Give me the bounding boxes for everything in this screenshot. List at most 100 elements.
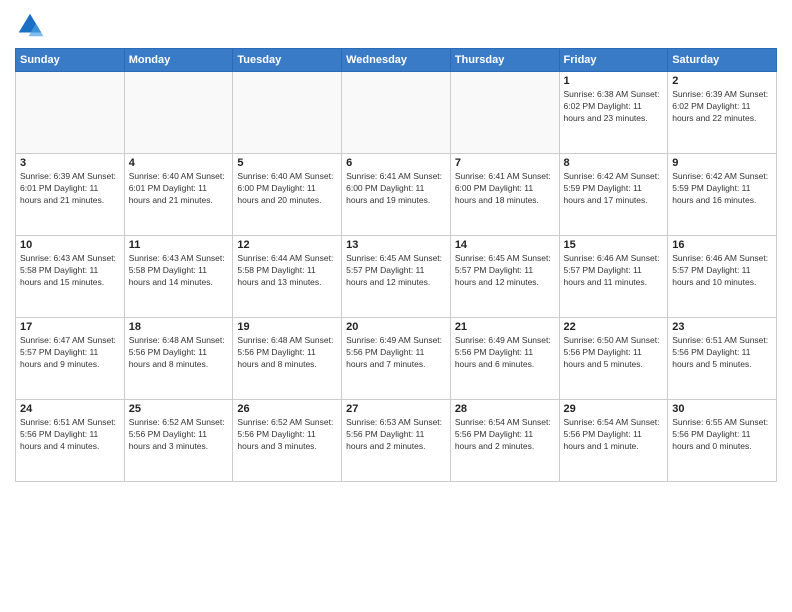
day-number: 5	[237, 157, 337, 169]
calendar-week-0: 1 Sunrise: 6:38 AM Sunset: 6:02 PM Daylig…	[16, 72, 777, 154]
day-info: Sunrise: 6:42 AM Sunset: 5:59 PM Dayligh…	[672, 171, 772, 207]
calendar-cell	[16, 72, 125, 154]
calendar-cell: 4Sunrise: 6:40 AM Sunset: 6:01 PM Daylig…	[124, 154, 233, 236]
calendar-header-saturday: Saturday	[668, 49, 777, 72]
calendar-cell: 9 Sunrise: 6:42 AM Sunset: 5:59 PM Daylig…	[668, 154, 777, 236]
day-info: Sunrise: 6:46 AM Sunset: 5:57 PM Dayligh…	[672, 253, 772, 289]
calendar-cell	[450, 72, 559, 154]
day-number: 19	[237, 321, 337, 333]
calendar-cell: 23 Sunrise: 6:51 AM Sunset: 5:56 PM Dayli…	[668, 318, 777, 400]
calendar-cell: 12 Sunrise: 6:44 AM Sunset: 5:58 PM Dayli…	[233, 236, 342, 318]
calendar-cell: 5 Sunrise: 6:40 AM Sunset: 6:00 PM Daylig…	[233, 154, 342, 236]
day-info: Sunrise: 6:53 AM Sunset: 5:56 PM Dayligh…	[346, 417, 446, 453]
calendar-cell: 25 Sunrise: 6:52 AM Sunset: 5:56 PM Dayli…	[124, 400, 233, 482]
day-number: 13	[346, 239, 446, 251]
day-info: Sunrise: 6:54 AM Sunset: 5:56 PM Dayligh…	[455, 417, 555, 453]
calendar-cell: 10 Sunrise: 6:43 AM Sunset: 5:58 PM Dayli…	[16, 236, 125, 318]
day-number: 3	[20, 157, 120, 169]
page: SundayMondayTuesdayWednesdayThursdayFrid…	[0, 0, 792, 612]
calendar-header-row: SundayMondayTuesdayWednesdayThursdayFrid…	[16, 49, 777, 72]
calendar-cell	[233, 72, 342, 154]
calendar-cell: 24 Sunrise: 6:51 AM Sunset: 5:56 PM Dayli…	[16, 400, 125, 482]
day-number: 29	[564, 403, 664, 415]
calendar-header-sunday: Sunday	[16, 49, 125, 72]
day-number: 12	[237, 239, 337, 251]
calendar-cell: 18 Sunrise: 6:48 AM Sunset: 5:56 PM Dayli…	[124, 318, 233, 400]
day-info: Sunrise: 6:52 AM Sunset: 5:56 PM Dayligh…	[129, 417, 229, 453]
day-info: Sunrise: 6:51 AM Sunset: 5:56 PM Dayligh…	[20, 417, 120, 453]
day-info: Sunrise: 6:55 AM Sunset: 5:56 PM Dayligh…	[672, 417, 772, 453]
day-number: 17	[20, 321, 120, 333]
day-info: Sunrise: 6:41 AM Sunset: 6:00 PM Dayligh…	[346, 171, 446, 207]
calendar-cell: 20 Sunrise: 6:49 AM Sunset: 5:56 PM Dayli…	[342, 318, 451, 400]
calendar-cell: 21 Sunrise: 6:49 AM Sunset: 5:56 PM Dayli…	[450, 318, 559, 400]
calendar-cell: 6 Sunrise: 6:41 AM Sunset: 6:00 PM Daylig…	[342, 154, 451, 236]
calendar-cell: 16 Sunrise: 6:46 AM Sunset: 5:57 PM Dayli…	[668, 236, 777, 318]
day-number: 8	[564, 157, 664, 169]
day-info: Sunrise: 6:54 AM Sunset: 5:56 PM Dayligh…	[564, 417, 664, 453]
day-number: 10	[20, 239, 120, 251]
calendar-week-2: 10 Sunrise: 6:43 AM Sunset: 5:58 PM Dayli…	[16, 236, 777, 318]
day-number: 25	[129, 403, 229, 415]
calendar-cell: 11Sunrise: 6:43 AM Sunset: 5:58 PM Dayli…	[124, 236, 233, 318]
calendar-cell: 8 Sunrise: 6:42 AM Sunset: 5:59 PM Daylig…	[559, 154, 668, 236]
day-info: Sunrise: 6:40 AM Sunset: 6:01 PM Dayligh…	[129, 171, 229, 207]
day-info: Sunrise: 6:49 AM Sunset: 5:56 PM Dayligh…	[346, 335, 446, 371]
day-number: 11	[129, 239, 229, 251]
calendar-cell: 3 Sunrise: 6:39 AM Sunset: 6:01 PM Daylig…	[16, 154, 125, 236]
day-info: Sunrise: 6:48 AM Sunset: 5:56 PM Dayligh…	[129, 335, 229, 371]
day-info: Sunrise: 6:52 AM Sunset: 5:56 PM Dayligh…	[237, 417, 337, 453]
day-info: Sunrise: 6:45 AM Sunset: 5:57 PM Dayligh…	[455, 253, 555, 289]
day-number: 9	[672, 157, 772, 169]
calendar-header-thursday: Thursday	[450, 49, 559, 72]
day-number: 28	[455, 403, 555, 415]
day-number: 23	[672, 321, 772, 333]
day-info: Sunrise: 6:44 AM Sunset: 5:58 PM Dayligh…	[237, 253, 337, 289]
day-info: Sunrise: 6:40 AM Sunset: 6:00 PM Dayligh…	[237, 171, 337, 207]
day-info: Sunrise: 6:42 AM Sunset: 5:59 PM Dayligh…	[564, 171, 664, 207]
calendar-cell	[342, 72, 451, 154]
calendar-header-wednesday: Wednesday	[342, 49, 451, 72]
day-info: Sunrise: 6:51 AM Sunset: 5:56 PM Dayligh…	[672, 335, 772, 371]
day-number: 27	[346, 403, 446, 415]
calendar-cell: 2Sunrise: 6:39 AM Sunset: 6:02 PM Daylig…	[668, 72, 777, 154]
calendar-cell: 22 Sunrise: 6:50 AM Sunset: 5:56 PM Dayli…	[559, 318, 668, 400]
day-number: 26	[237, 403, 337, 415]
calendar-header-monday: Monday	[124, 49, 233, 72]
day-info: Sunrise: 6:39 AM Sunset: 6:01 PM Dayligh…	[20, 171, 120, 207]
logo	[15, 10, 49, 40]
day-number: 6	[346, 157, 446, 169]
day-info: Sunrise: 6:43 AM Sunset: 5:58 PM Dayligh…	[20, 253, 120, 289]
day-number: 22	[564, 321, 664, 333]
calendar-cell: 15Sunrise: 6:46 AM Sunset: 5:57 PM Dayli…	[559, 236, 668, 318]
calendar-cell: 14 Sunrise: 6:45 AM Sunset: 5:57 PM Dayli…	[450, 236, 559, 318]
day-number: 30	[672, 403, 772, 415]
day-info: Sunrise: 6:48 AM Sunset: 5:56 PM Dayligh…	[237, 335, 337, 371]
calendar-week-4: 24 Sunrise: 6:51 AM Sunset: 5:56 PM Dayli…	[16, 400, 777, 482]
day-info: Sunrise: 6:38 AM Sunset: 6:02 PM Dayligh…	[564, 89, 664, 125]
calendar-header-tuesday: Tuesday	[233, 49, 342, 72]
day-number: 18	[129, 321, 229, 333]
calendar-week-3: 17 Sunrise: 6:47 AM Sunset: 5:57 PM Dayli…	[16, 318, 777, 400]
day-info: Sunrise: 6:49 AM Sunset: 5:56 PM Dayligh…	[455, 335, 555, 371]
day-info: Sunrise: 6:41 AM Sunset: 6:00 PM Dayligh…	[455, 171, 555, 207]
calendar-cell: 19 Sunrise: 6:48 AM Sunset: 5:56 PM Dayli…	[233, 318, 342, 400]
day-number: 16	[672, 239, 772, 251]
day-info: Sunrise: 6:50 AM Sunset: 5:56 PM Dayligh…	[564, 335, 664, 371]
calendar-cell: 28 Sunrise: 6:54 AM Sunset: 5:56 PM Dayli…	[450, 400, 559, 482]
day-info: Sunrise: 6:45 AM Sunset: 5:57 PM Dayligh…	[346, 253, 446, 289]
day-info: Sunrise: 6:47 AM Sunset: 5:57 PM Dayligh…	[20, 335, 120, 371]
day-number: 15	[564, 239, 664, 251]
calendar-cell: 13 Sunrise: 6:45 AM Sunset: 5:57 PM Dayli…	[342, 236, 451, 318]
day-number: 7	[455, 157, 555, 169]
day-number: 21	[455, 321, 555, 333]
day-number: 20	[346, 321, 446, 333]
day-number: 24	[20, 403, 120, 415]
day-number: 14	[455, 239, 555, 251]
calendar-cell: 17 Sunrise: 6:47 AM Sunset: 5:57 PM Dayli…	[16, 318, 125, 400]
header	[15, 10, 777, 40]
day-number: 1	[564, 75, 664, 87]
calendar: SundayMondayTuesdayWednesdayThursdayFrid…	[15, 48, 777, 482]
calendar-cell: 1 Sunrise: 6:38 AM Sunset: 6:02 PM Daylig…	[559, 72, 668, 154]
day-info: Sunrise: 6:39 AM Sunset: 6:02 PM Dayligh…	[672, 89, 772, 125]
